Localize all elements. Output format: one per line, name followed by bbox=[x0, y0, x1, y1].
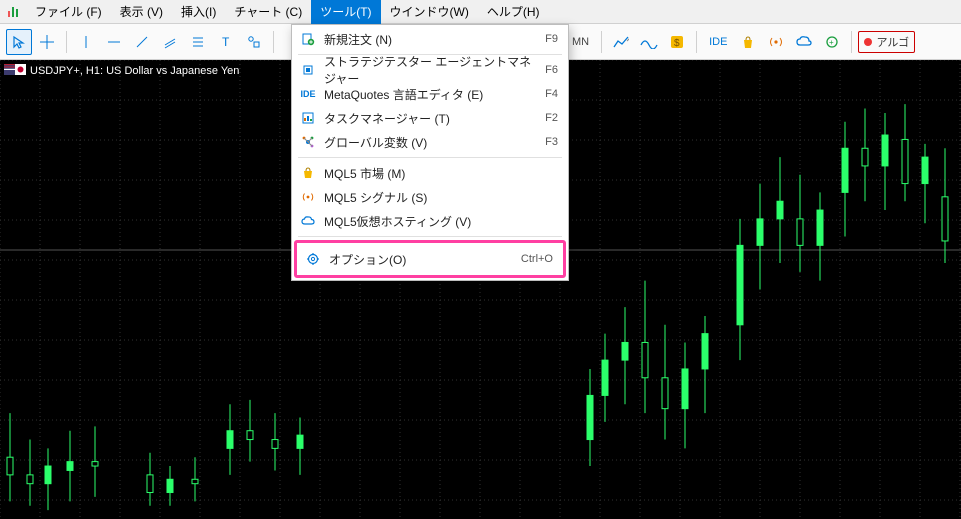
menu-metaeditor[interactable]: IDE MetaQuotes 言語エディタ (E) F4 bbox=[292, 82, 568, 106]
signal-icon bbox=[300, 189, 316, 205]
menu-item-shortcut: F2 bbox=[545, 112, 558, 124]
menu-item-label: オプション(O) bbox=[329, 251, 513, 268]
hline-tool[interactable] bbox=[101, 29, 127, 55]
toolbar-separator bbox=[273, 31, 274, 53]
menu-item-shortcut: F9 bbox=[545, 33, 558, 45]
menu-highlight: オプション(O) Ctrl+O bbox=[294, 240, 566, 278]
toolbar-separator bbox=[66, 31, 67, 53]
svg-text:+: + bbox=[829, 38, 834, 47]
algo-trading-toggle[interactable]: アルゴ bbox=[858, 31, 915, 53]
flag-pair-icon bbox=[4, 64, 26, 78]
tools-dropdown: 新規注文 (N) F9 ストラテジテスター エージェントマネジャー F6 IDE… bbox=[291, 24, 569, 281]
stop-icon bbox=[864, 38, 872, 46]
menu-separator bbox=[298, 157, 562, 158]
ide-button[interactable]: IDE bbox=[703, 36, 733, 48]
menu-chart[interactable]: チャート (C) bbox=[225, 0, 311, 24]
line-chart-icon[interactable] bbox=[608, 29, 634, 55]
toolbar-separator bbox=[851, 31, 852, 53]
text-tool[interactable]: T bbox=[213, 29, 239, 55]
chart-title-bar: USDJPY+, H1: US Dollar vs Japanese Yen bbox=[4, 64, 239, 78]
menu-options[interactable]: オプション(O) Ctrl+O bbox=[297, 246, 563, 272]
cloud-icon bbox=[300, 213, 316, 229]
menu-mql5-signals[interactable]: MQL5 シグナル (S) bbox=[292, 185, 568, 209]
fibo-tool[interactable] bbox=[185, 29, 211, 55]
crosshair-tool[interactable] bbox=[34, 29, 60, 55]
menu-item-label: ストラテジテスター エージェントマネジャー bbox=[324, 53, 537, 87]
menu-new-order[interactable]: 新規注文 (N) F9 bbox=[292, 27, 568, 51]
menu-item-shortcut: Ctrl+O bbox=[521, 253, 553, 265]
menu-item-label: タスクマネージャー (T) bbox=[324, 110, 537, 127]
menu-item-label: MQL5 市場 (M) bbox=[324, 165, 550, 182]
tasks-icon bbox=[300, 110, 316, 126]
menu-separator bbox=[298, 236, 562, 237]
menu-insert[interactable]: 挿入(I) bbox=[172, 0, 225, 24]
gear-icon bbox=[305, 251, 321, 267]
timeframe-mn[interactable]: MN bbox=[566, 36, 595, 48]
chart-symbol-label: USDJPY+, H1: US Dollar vs Japanese Yen bbox=[30, 65, 239, 77]
objects-tool[interactable] bbox=[241, 29, 267, 55]
globe-icon bbox=[300, 134, 316, 150]
menu-item-label: グローバル変数 (V) bbox=[324, 134, 537, 151]
trendline-tool[interactable] bbox=[129, 29, 155, 55]
menu-help[interactable]: ヘルプ(H) bbox=[478, 0, 549, 24]
vps-sync-icon[interactable]: + bbox=[819, 29, 845, 55]
menu-item-label: MQL5仮想ホスティング (V) bbox=[324, 213, 550, 230]
menu-mql5-market[interactable]: MQL5 市場 (M) bbox=[292, 161, 568, 185]
cloud-hosting-icon[interactable] bbox=[791, 29, 817, 55]
svg-text:$: $ bbox=[674, 38, 680, 49]
menu-file[interactable]: ファイル (F) bbox=[26, 0, 111, 24]
menu-strategy-tester[interactable]: ストラテジテスター エージェントマネジャー F6 bbox=[292, 58, 568, 82]
menu-window[interactable]: ウインドウ(W) bbox=[381, 0, 478, 24]
menu-global-vars[interactable]: グローバル変数 (V) F3 bbox=[292, 130, 568, 154]
menu-view[interactable]: 表示 (V) bbox=[111, 0, 172, 24]
menu-item-shortcut: F6 bbox=[545, 64, 558, 76]
menu-task-manager[interactable]: タスクマネージャー (T) F2 bbox=[292, 106, 568, 130]
signal-broadcast-icon[interactable] bbox=[763, 29, 789, 55]
menu-item-label: MetaQuotes 言語エディタ (E) bbox=[324, 86, 537, 103]
menu-item-label: MQL5 シグナル (S) bbox=[324, 189, 550, 206]
svg-text:T: T bbox=[222, 35, 230, 49]
menu-tools[interactable]: ツール(T) bbox=[311, 0, 380, 24]
app-icon bbox=[4, 3, 22, 21]
algo-label: アルゴ bbox=[876, 34, 909, 50]
menu-item-shortcut: F4 bbox=[545, 88, 558, 100]
cursor-tool[interactable] bbox=[6, 29, 32, 55]
menu-mql5-hosting[interactable]: MQL5仮想ホスティング (V) bbox=[292, 209, 568, 233]
dollar-icon[interactable]: $ bbox=[664, 29, 690, 55]
toolbar-separator bbox=[696, 31, 697, 53]
menu-item-label: 新規注文 (N) bbox=[324, 31, 537, 48]
new-order-icon bbox=[300, 31, 316, 47]
market-bag-icon[interactable] bbox=[735, 29, 761, 55]
toolbar-separator bbox=[601, 31, 602, 53]
ide-icon: IDE bbox=[300, 86, 316, 102]
vline-tool[interactable] bbox=[73, 29, 99, 55]
indicator-icon[interactable] bbox=[636, 29, 662, 55]
channel-tool[interactable] bbox=[157, 29, 183, 55]
chip-icon bbox=[300, 62, 316, 78]
bag-icon bbox=[300, 165, 316, 181]
menu-item-shortcut: F3 bbox=[545, 136, 558, 148]
menubar: ファイル (F) 表示 (V) 挿入(I) チャート (C) ツール(T) ウイ… bbox=[0, 0, 961, 24]
